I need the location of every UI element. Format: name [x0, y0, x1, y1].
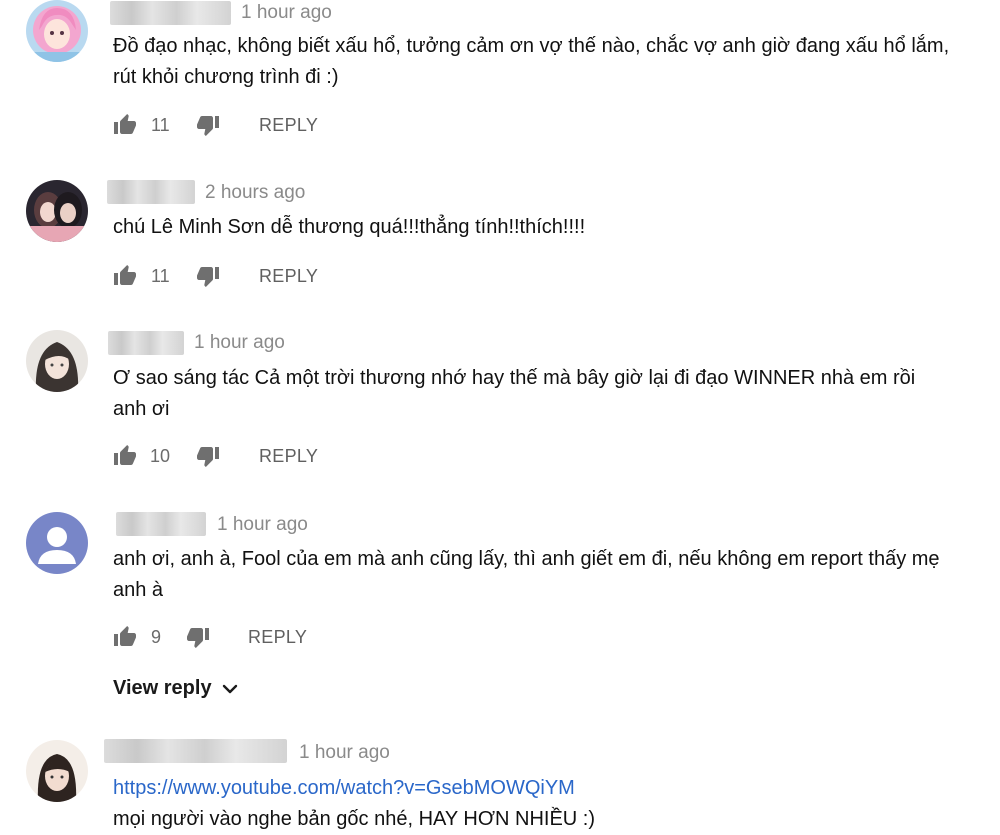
comment-timestamp[interactable]: 1 hour ago — [194, 332, 285, 354]
author-name-redacted[interactable] — [107, 180, 195, 204]
comment-text: Đồ đạo nhạc, không biết xấu hổ, tưởng cả… — [113, 35, 950, 88]
view-reply-label: View reply — [113, 677, 212, 699]
chevron-down-icon — [222, 684, 238, 693]
reply-button[interactable]: REPLY — [259, 266, 318, 287]
reply-button[interactable]: REPLY — [248, 627, 307, 648]
avatar[interactable] — [26, 330, 88, 392]
comment-text: Ơ sao sáng tác Cả một trời thương nhớ ha… — [113, 367, 916, 420]
video-link[interactable]: https://www.youtube.com/watch?v=GsebMOWQ… — [113, 777, 575, 799]
author-name-redacted[interactable] — [108, 331, 184, 355]
thumbs-up-icon[interactable] — [113, 113, 137, 137]
thumbs-up-icon[interactable] — [113, 444, 137, 468]
comment-link[interactable]: https://www.youtube.com/watch?v=GsebMOWQ… — [113, 773, 963, 804]
author-name-redacted[interactable] — [104, 739, 287, 763]
thumbs-down-icon[interactable] — [196, 264, 220, 288]
avatar[interactable] — [26, 740, 88, 802]
thumbs-up-icon[interactable] — [113, 625, 137, 649]
thumbs-down-icon[interactable] — [196, 444, 220, 468]
avatar[interactable] — [26, 180, 88, 242]
reply-button[interactable]: REPLY — [259, 446, 318, 467]
comment-text: chú Lê Minh Sơn dễ thương quá!!!thẳng tí… — [113, 216, 586, 238]
thumbs-up-icon[interactable] — [113, 264, 137, 288]
comment-timestamp[interactable]: 1 hour ago — [217, 514, 308, 536]
author-name-redacted[interactable] — [110, 1, 231, 25]
thumbs-down-icon[interactable] — [196, 113, 220, 137]
comment-timestamp[interactable]: 2 hours ago — [205, 182, 305, 204]
thumbs-down-icon[interactable] — [186, 625, 210, 649]
reply-button[interactable]: REPLY — [259, 115, 318, 136]
author-name-redacted[interactable] — [116, 512, 206, 536]
like-count: 11 — [151, 115, 170, 135]
like-count: 11 — [151, 266, 170, 286]
comment-text: anh ơi, anh à, Fool của em mà anh cũng l… — [113, 548, 940, 601]
avatar[interactable] — [26, 0, 88, 62]
person-icon[interactable] — [26, 512, 88, 574]
like-count: 9 — [151, 627, 162, 647]
view-reply-button[interactable]: View reply — [113, 677, 239, 700]
comment-timestamp[interactable]: 1 hour ago — [299, 742, 390, 764]
like-count: 10 — [150, 446, 171, 466]
comment-timestamp[interactable]: 1 hour ago — [241, 2, 332, 24]
comment-text: mọi người vào nghe bản gốc nhé, HAY HƠN … — [113, 808, 596, 830]
